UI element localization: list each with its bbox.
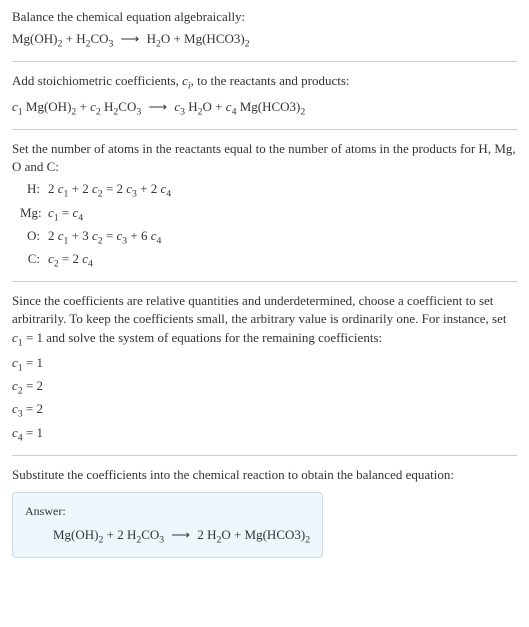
atom-table: H: 2 c1 + 2 c2 = 2 c3 + 2 c4 Mg: c1 = c4… — [20, 180, 517, 271]
step3-section: Set the number of atoms in the reactants… — [12, 140, 517, 271]
atom-eq: 2 c1 + 2 c2 = 2 c3 + 2 c4 — [48, 180, 517, 201]
coef-row: c2 = 2 — [12, 377, 517, 398]
divider — [12, 129, 517, 130]
eq-text: Mg(OH)2 + 2 H2CO3 ⟶ 2 H2O + Mg(HCO3)2 — [53, 527, 310, 542]
eq-text: c1 Mg(OH)2 + c2 H2CO3 ⟶ c3 H2O + c4 Mg(H… — [12, 99, 305, 114]
coef-list: c1 = 1 c2 = 2 c3 = 2 c4 = 1 — [12, 354, 517, 445]
step4-section: Since the coefficients are relative quan… — [12, 292, 517, 445]
atom-row-o: O: 2 c1 + 3 c2 = c3 + 6 c4 — [20, 227, 517, 248]
step5-section: Substitute the coefficients into the che… — [12, 466, 517, 558]
atom-label: Mg: — [20, 204, 48, 222]
divider — [12, 281, 517, 282]
atom-eq: 2 c1 + 3 c2 = c3 + 6 c4 — [48, 227, 517, 248]
step2-section: Add stoichiometric coefficients, ci, to … — [12, 72, 517, 118]
step5-text: Substitute the coefficients into the che… — [12, 466, 517, 484]
answer-equation: Mg(OH)2 + 2 H2CO3 ⟶ 2 H2O + Mg(HCO3)2 — [25, 526, 310, 547]
coef-row: c1 = 1 — [12, 354, 517, 375]
atom-label: O: — [20, 227, 48, 245]
step4-text: Since the coefficients are relative quan… — [12, 292, 517, 350]
atom-label: H: — [20, 180, 48, 198]
step2-text: Add stoichiometric coefficients, ci, to … — [12, 72, 517, 93]
answer-label: Answer: — [25, 503, 310, 520]
step3-text: Set the number of atoms in the reactants… — [12, 140, 517, 176]
coef-row: c4 = 1 — [12, 424, 517, 445]
coef-row: c3 = 2 — [12, 400, 517, 421]
atom-label: C: — [20, 250, 48, 268]
divider — [12, 455, 517, 456]
step2-equation: c1 Mg(OH)2 + c2 H2CO3 ⟶ c3 H2O + c4 Mg(H… — [12, 98, 517, 119]
step1-section: Balance the chemical equation algebraica… — [12, 8, 517, 51]
eq-text: Mg(OH)2 + H2CO3 ⟶ H2O + Mg(HCO3)2 — [12, 31, 250, 46]
atom-eq: c1 = c4 — [48, 204, 517, 225]
step1-equation: Mg(OH)2 + H2CO3 ⟶ H2O + Mg(HCO3)2 — [12, 30, 517, 51]
atom-row-h: H: 2 c1 + 2 c2 = 2 c3 + 2 c4 — [20, 180, 517, 201]
atom-row-mg: Mg: c1 = c4 — [20, 204, 517, 225]
atom-eq: c2 = 2 c4 — [48, 250, 517, 271]
answer-box: Answer: Mg(OH)2 + 2 H2CO3 ⟶ 2 H2O + Mg(H… — [12, 492, 323, 558]
atom-row-c: C: c2 = 2 c4 — [20, 250, 517, 271]
step1-text: Balance the chemical equation algebraica… — [12, 8, 517, 26]
divider — [12, 61, 517, 62]
